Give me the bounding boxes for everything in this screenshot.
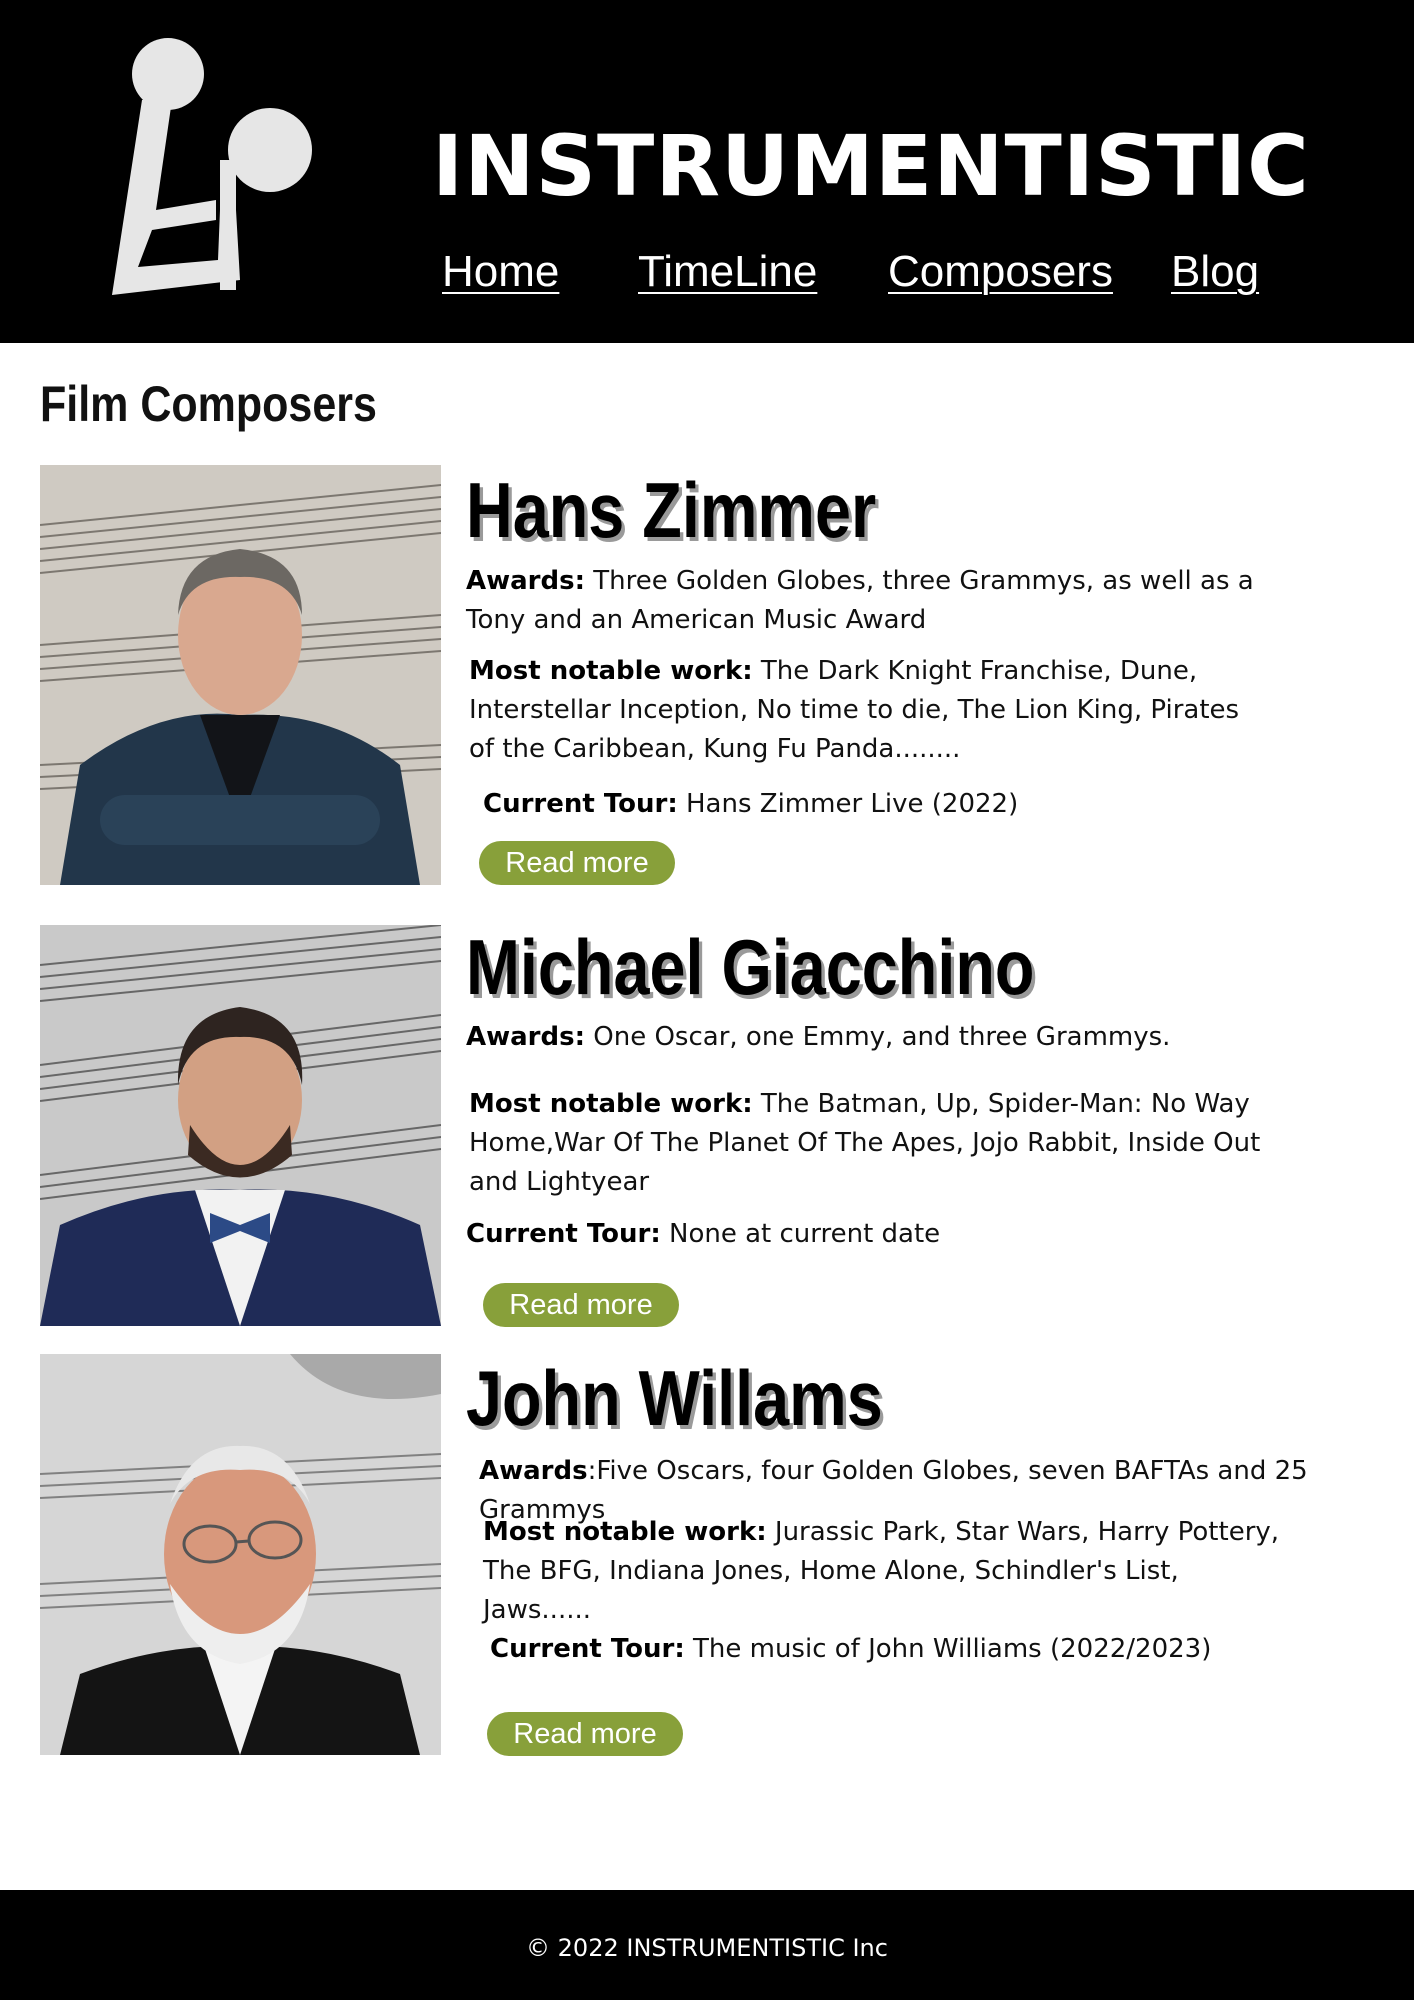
tour-text: The music of John Williams (2022/2023) bbox=[684, 1634, 1212, 1664]
composer-notable-work: Most notable work: The Batman, Up, Spide… bbox=[469, 1085, 1269, 1202]
composer-name: John Willams bbox=[466, 1354, 883, 1442]
awards-text: Three Golden Globes, three Grammys, as w… bbox=[466, 566, 1254, 635]
composer-name: Michael Giacchino bbox=[466, 923, 1035, 1011]
work-label: Most notable work: bbox=[469, 656, 753, 686]
read-more-button[interactable]: Read more bbox=[487, 1712, 683, 1756]
awards-label: Awards: bbox=[466, 566, 585, 596]
site-header: INSTRUMENTISTIC Home TimeLine Composers … bbox=[0, 0, 1414, 343]
awards-label: Awards: bbox=[466, 1022, 585, 1052]
tour-label: Current Tour: bbox=[483, 789, 678, 819]
footer-copyright: © 2022 INSTRUMENTISTIC Inc bbox=[526, 1934, 888, 1962]
site-footer: © 2022 INSTRUMENTISTIC Inc bbox=[0, 1890, 1414, 2000]
page-title: Film Composers bbox=[40, 376, 377, 432]
composer-awards: Awards: Three Golden Globes, three Gramm… bbox=[466, 562, 1266, 640]
nav-link-composers[interactable]: Composers bbox=[888, 244, 1113, 300]
composer-current-tour: Current Tour: Hans Zimmer Live (2022) bbox=[483, 785, 1283, 824]
tour-label: Current Tour: bbox=[490, 1634, 685, 1664]
composer-photo bbox=[40, 1354, 441, 1755]
composer-awards: Awards: One Oscar, one Emmy, and three G… bbox=[466, 1018, 1266, 1057]
composer-current-tour: Current Tour: The music of John Williams… bbox=[490, 1630, 1290, 1669]
composer-name: Hans Zimmer bbox=[466, 466, 877, 554]
composer-photo bbox=[40, 925, 441, 1326]
read-more-button[interactable]: Read more bbox=[483, 1283, 679, 1327]
nav-link-home[interactable]: Home bbox=[442, 244, 559, 300]
awards-label: Awards bbox=[479, 1456, 588, 1486]
nav-link-timeline[interactable]: TimeLine bbox=[638, 244, 817, 300]
composer-card: Michael Giacchino Awards: One Oscar, one… bbox=[0, 923, 1414, 1327]
work-label: Most notable work: bbox=[483, 1517, 767, 1547]
nav-link-blog[interactable]: Blog bbox=[1171, 244, 1259, 300]
tour-text: Hans Zimmer Live (2022) bbox=[677, 789, 1019, 819]
read-more-button[interactable]: Read more bbox=[479, 841, 675, 885]
composer-current-tour: Current Tour: None at current date bbox=[466, 1215, 1266, 1254]
tour-label: Current Tour: bbox=[466, 1219, 661, 1249]
awards-text: One Oscar, one Emmy, and three Grammys. bbox=[585, 1022, 1171, 1052]
main-nav: Home TimeLine Composers Blog bbox=[0, 244, 1414, 300]
tour-text: None at current date bbox=[660, 1219, 941, 1249]
composer-notable-work: Most notable work: Jurassic Park, Star W… bbox=[483, 1513, 1283, 1630]
work-label: Most notable work: bbox=[469, 1089, 753, 1119]
composer-photo bbox=[40, 465, 441, 885]
composer-card: Hans Zimmer Awards: Three Golden Globes,… bbox=[0, 465, 1414, 885]
composer-notable-work: Most notable work: The Dark Knight Franc… bbox=[469, 652, 1269, 769]
composer-card: John Willams Awards:Five Oscars, four Go… bbox=[0, 1354, 1414, 1756]
site-title: INSTRUMENTISTIC bbox=[432, 117, 1310, 215]
